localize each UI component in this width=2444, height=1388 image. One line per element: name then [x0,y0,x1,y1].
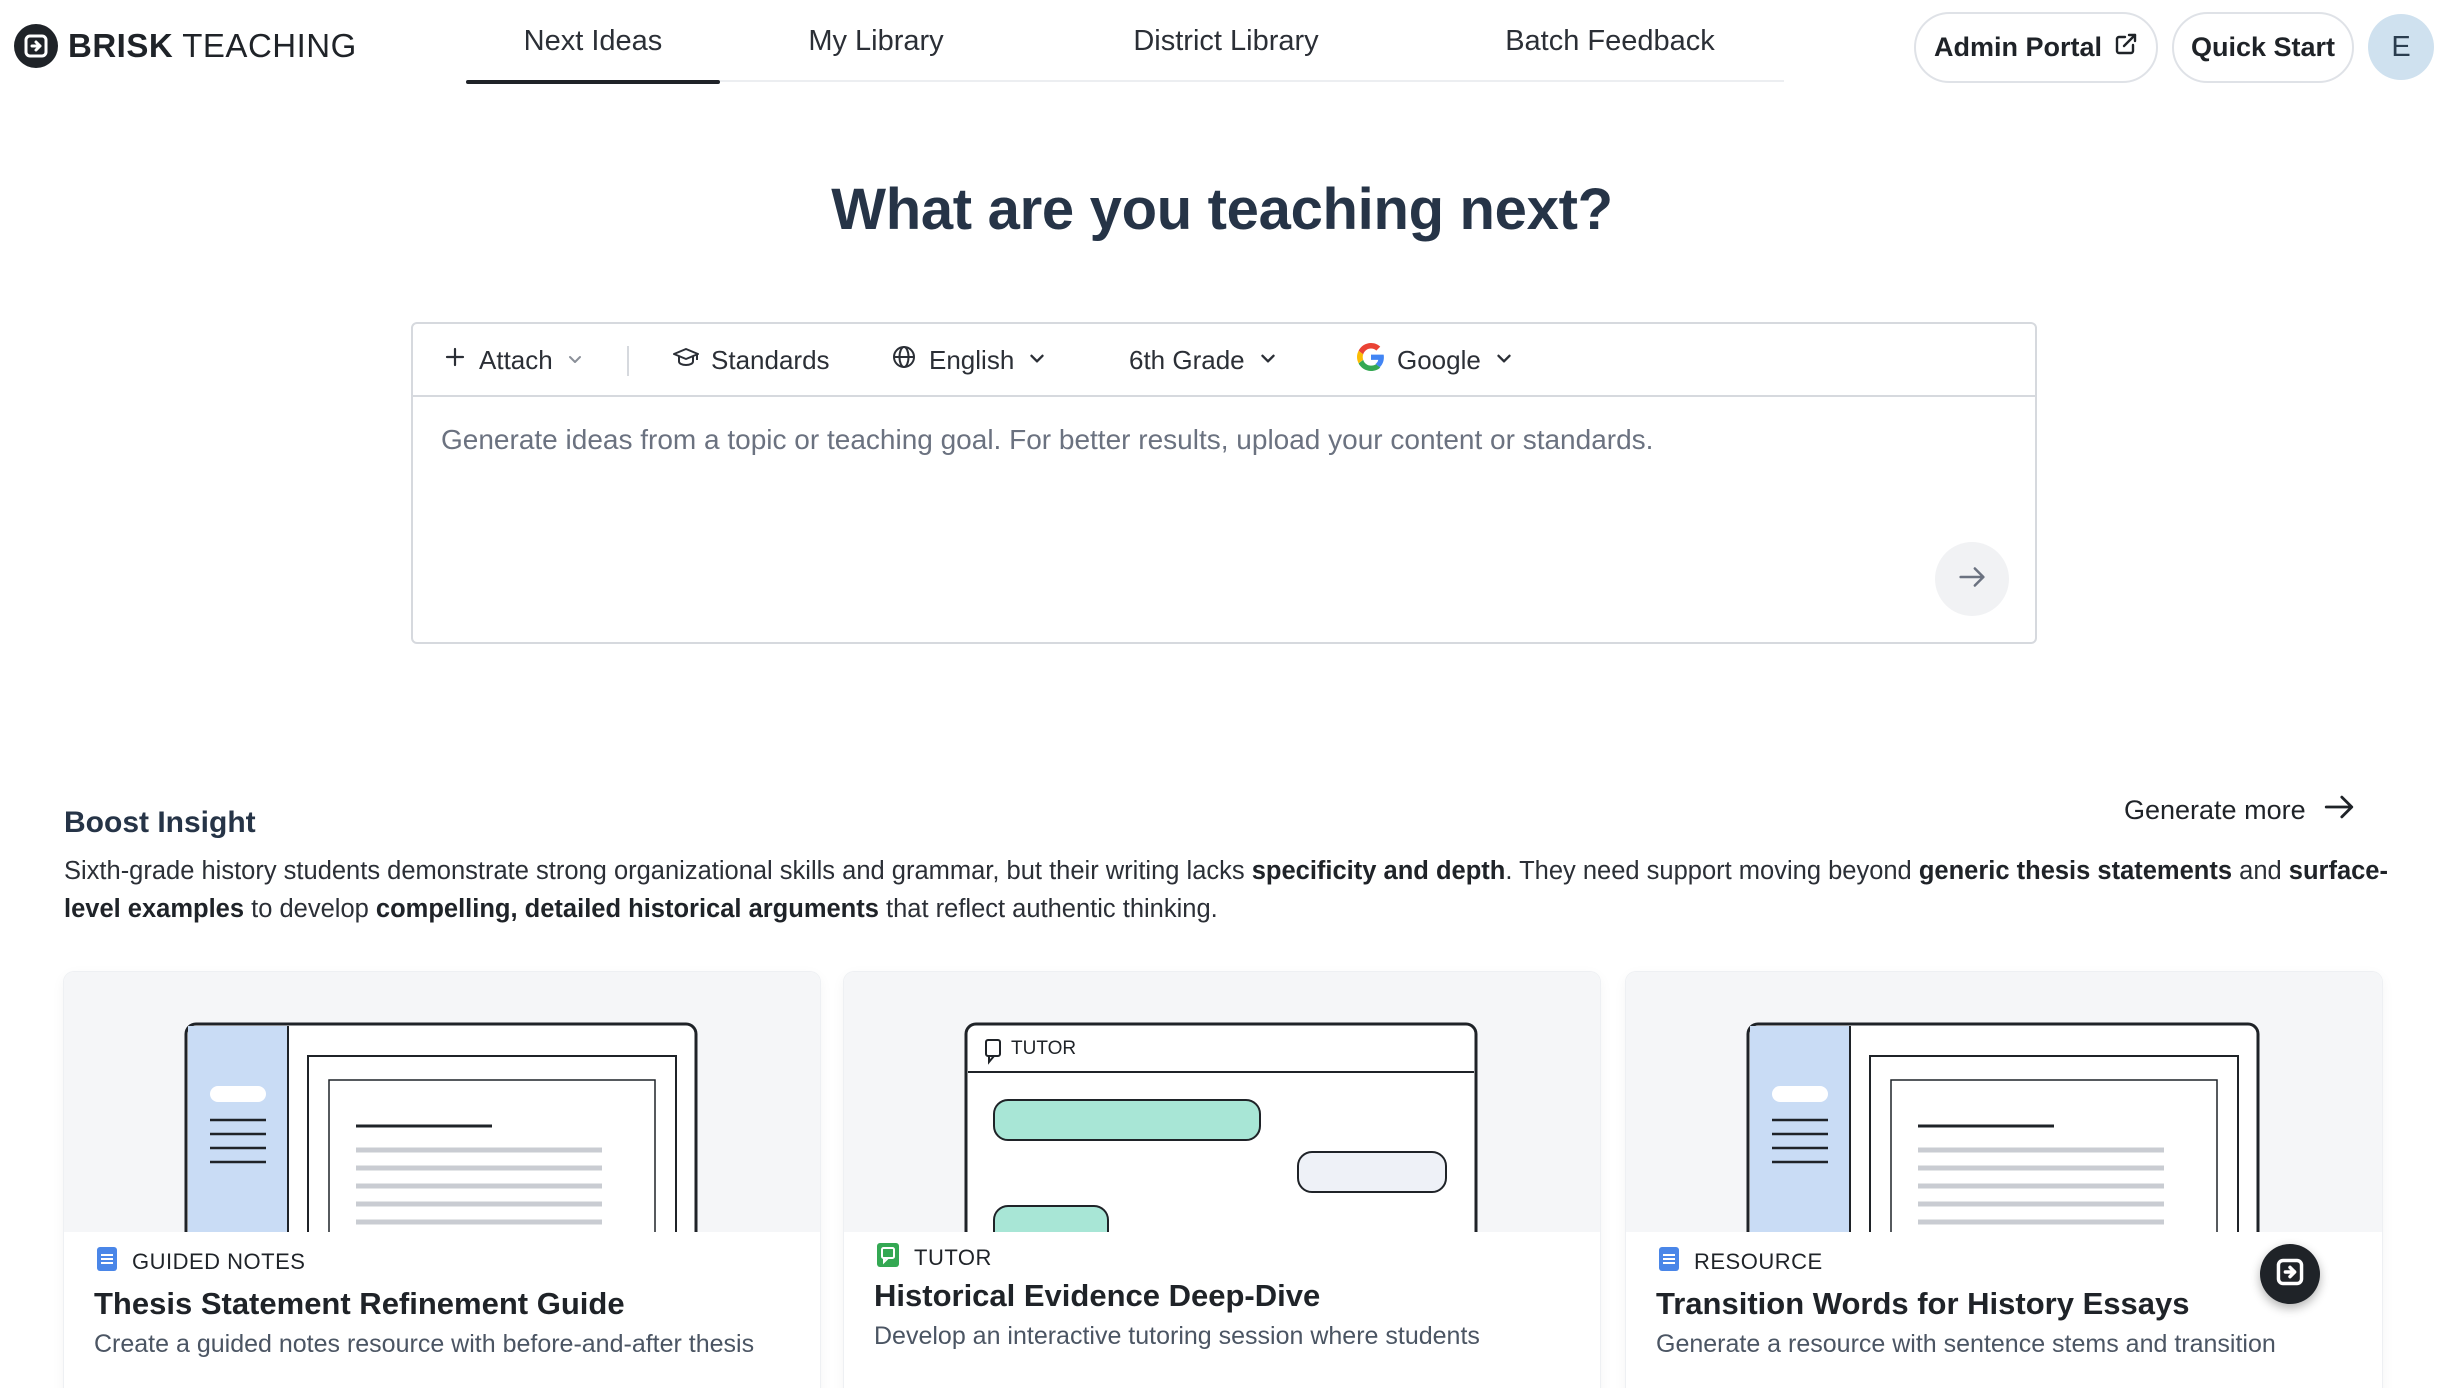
provider-dropdown[interactable]: Google [1357,324,1515,397]
prompt-toolbar: Attach Standards English 6th Grade Googl… [413,324,2035,397]
chevron-down-icon [1026,345,1048,376]
card-title: Historical Evidence Deep-Dive [874,1278,1321,1313]
main-nav: Next Ideas My Library District Library B… [466,0,1784,84]
admin-portal-button[interactable]: Admin Portal [1914,12,2158,83]
document-illustration [64,972,820,1266]
tutor-icon [876,1242,900,1274]
generate-more-label: Generate more [2124,794,2306,825]
brand-name-light: TEACHING [182,27,357,64]
language-dropdown[interactable]: English [891,324,1048,397]
tab-my-library[interactable]: My Library [788,0,964,82]
brand-name-bold: BRISK [68,27,174,64]
prompt-composer: Attach Standards English 6th Grade Googl… [411,322,2037,644]
document-icon [1658,1246,1680,1278]
brand-name: BRISK TEACHING [68,27,357,65]
tab-district-library[interactable]: District Library [1126,0,1326,82]
prompt-input[interactable]: Generate ideas from a topic or teaching … [441,424,1653,456]
brand-logo[interactable]: BRISK TEACHING [14,22,357,70]
admin-portal-label: Admin Portal [1933,32,2102,62]
top-header: BRISK TEACHING Next Ideas My Library Dis… [0,0,2444,94]
card-title: Thesis Statement Refinement Guide [94,1286,625,1321]
insight-highlight: specificity and depth [1251,857,1506,885]
page-title: What are you teaching next? [831,177,1613,242]
card-description: Generate a resource with sentence stems … [1656,1330,2276,1358]
quick-start-button[interactable]: Quick Start [2172,12,2354,83]
standards-label: Standards [711,345,830,375]
insight-text-segment: and [2232,857,2289,885]
standards-button[interactable]: Standards [673,324,830,397]
language-label: English [929,345,1015,375]
idea-card-guided-notes[interactable]: GUIDED NOTES Thesis Statement Refinement… [64,972,820,1388]
insight-highlight: compelling, detailed historical argument… [375,895,879,923]
insight-text-segment: Sixth-grade history students demonstrate… [64,857,1252,885]
graduation-cap-icon [673,345,699,376]
idea-card-tutor[interactable]: TUTOR TUTOR Historical Evidence Deep-Div… [844,972,1600,1388]
insight-text-segment: to develop [244,895,376,923]
chat-illustration: TUTOR [844,972,1600,1266]
arrow-right-icon [1955,560,1989,599]
card-type-label: GUIDED NOTES [132,1249,306,1274]
grade-label: 6th Grade [1129,345,1245,375]
card-type-label: RESOURCE [1694,1249,1823,1274]
card-description: Develop an interactive tutoring session … [874,1322,1480,1350]
user-avatar[interactable]: E [2368,14,2434,80]
chevron-down-icon [1257,345,1279,376]
insight-summary: Sixth-grade history students demonstrate… [64,852,2404,928]
card-type: RESOURCE [1658,1232,1823,1292]
plus-icon [443,345,467,376]
send-button[interactable] [1935,542,2009,616]
card-type-label: TUTOR [914,1245,992,1270]
grade-dropdown[interactable]: 6th Grade [1129,324,1279,397]
provider-label: Google [1397,345,1481,375]
idea-card-resource[interactable]: RESOURCE Transition Words for History Es… [1626,972,2382,1388]
brisk-logo-icon [2275,1257,2305,1292]
globe-icon [891,344,917,377]
chat-window-title: TUTOR [1011,1038,1076,1059]
insight-text-segment: that reflect authentic thinking. [878,895,1218,923]
card-type: GUIDED NOTES [96,1232,305,1292]
card-title: Transition Words for History Essays [1656,1286,2190,1321]
attach-dropdown[interactable]: Attach [443,324,585,397]
toolbar-divider [627,346,629,376]
document-icon [96,1246,118,1278]
tab-next-ideas[interactable]: Next Ideas [466,0,720,84]
google-g-icon [1357,343,1385,378]
brisk-logo-icon [14,24,58,68]
card-description: Create a guided notes resource with befo… [94,1330,755,1358]
tab-batch-feedback[interactable]: Batch Feedback [1504,0,1716,82]
chevron-down-icon [1493,345,1515,376]
generate-more-button[interactable]: Generate more [2124,790,2356,830]
insight-highlight: generic thesis statements [1918,857,2233,885]
external-link-icon [2114,32,2138,63]
insight-title: Boost Insight [64,806,256,839]
document-illustration [1626,972,2382,1266]
arrow-right-icon [2322,790,2356,831]
chevron-down-icon [565,345,585,376]
attach-label: Attach [479,345,553,375]
brisk-floating-button[interactable] [2260,1244,2320,1304]
insight-text-segment: . They need support moving beyond [1505,857,1919,885]
